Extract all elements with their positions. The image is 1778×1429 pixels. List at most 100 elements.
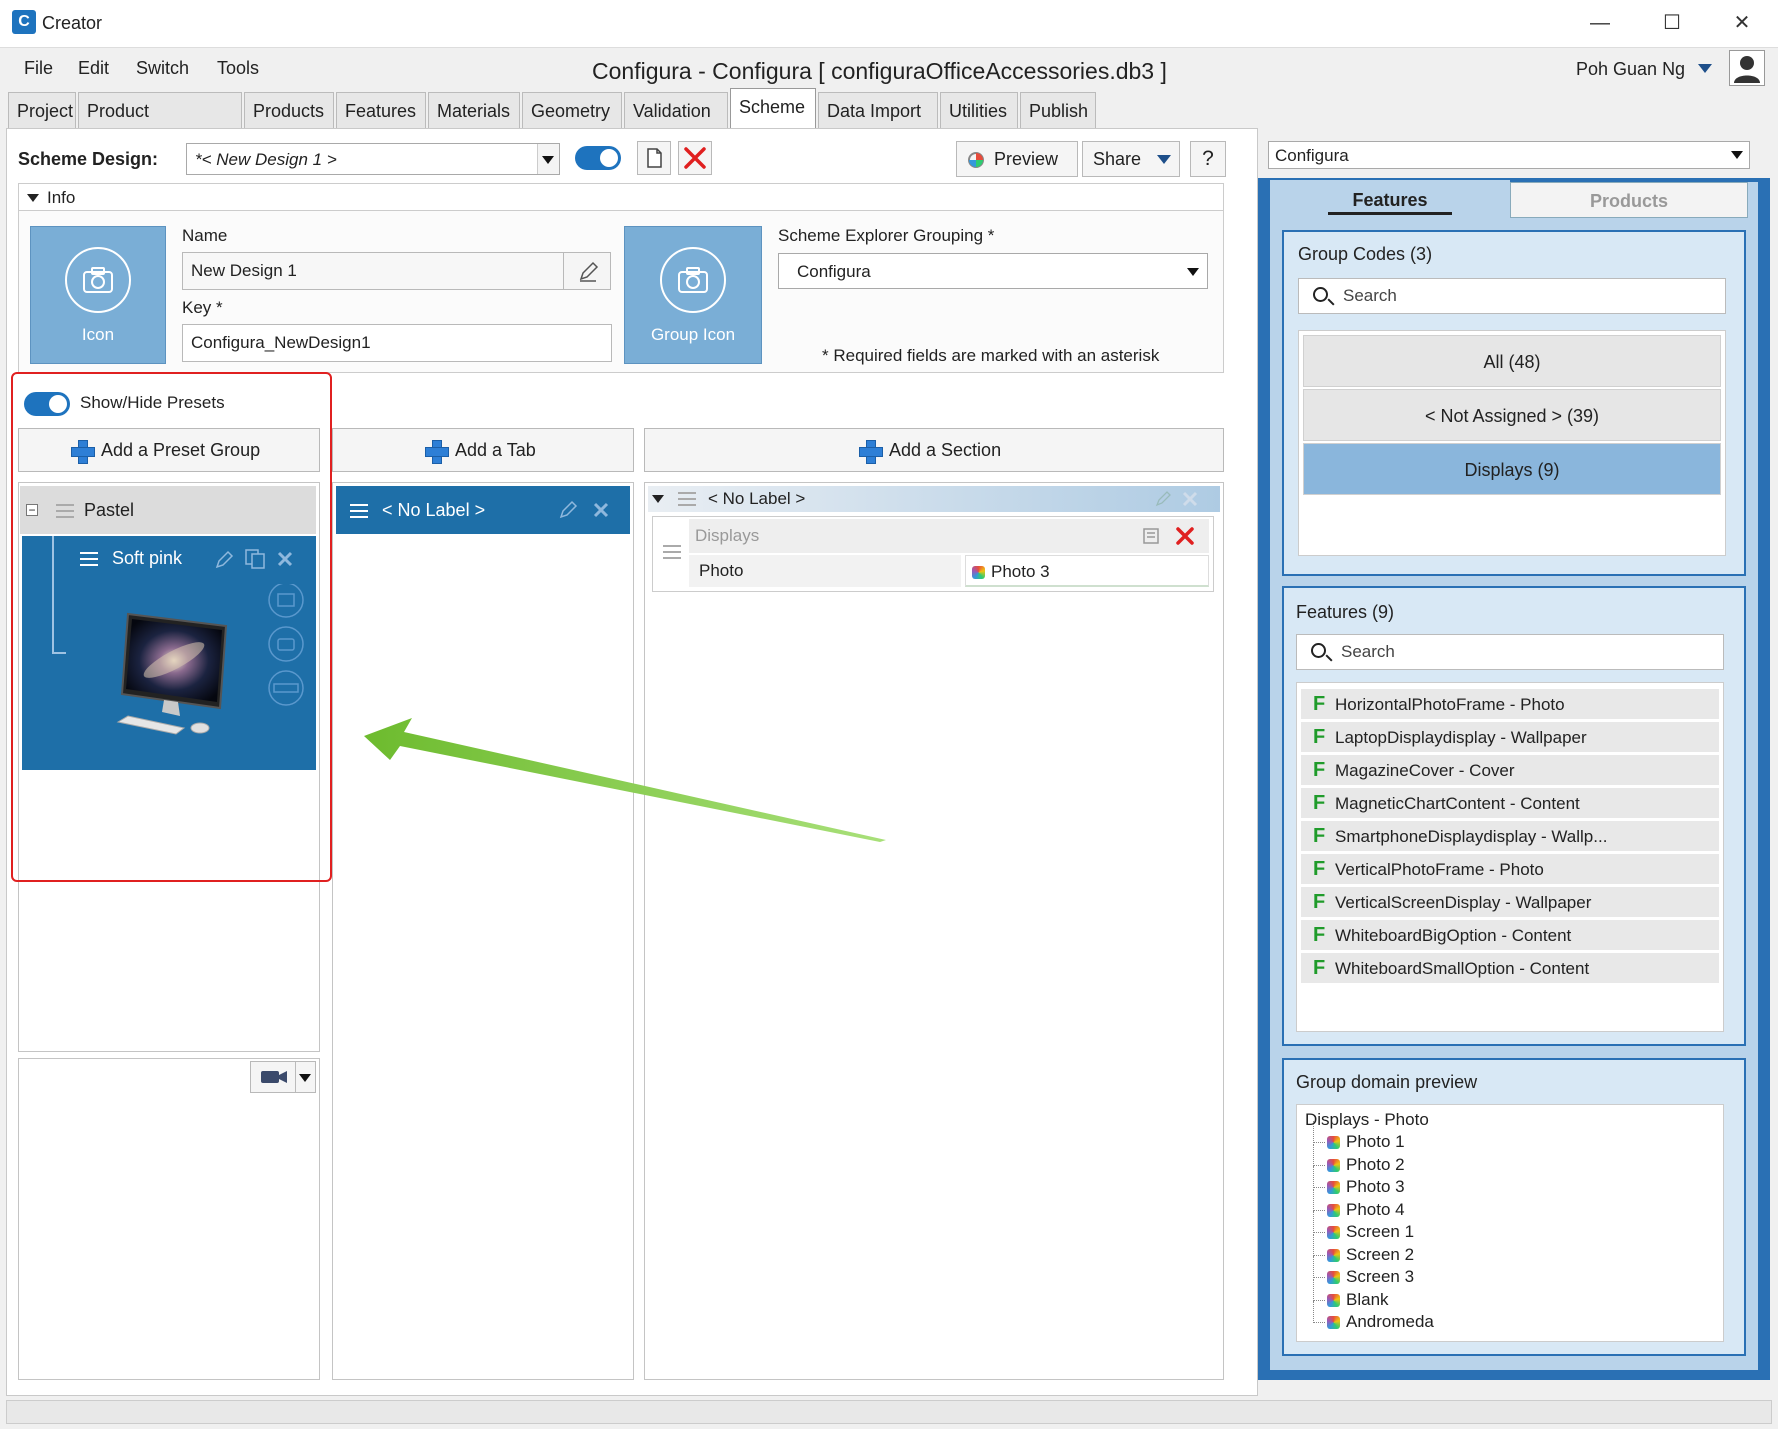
search-placeholder: Search	[1341, 642, 1395, 661]
tree-item-label: Photo 3	[1346, 1177, 1405, 1196]
camera-options-button[interactable]	[250, 1061, 316, 1093]
user-menu-caret-icon[interactable]	[1698, 64, 1712, 73]
feature-list-item[interactable]: F MagazineCover - Cover	[1301, 755, 1719, 786]
group-code-displays[interactable]: Displays (9)	[1303, 443, 1721, 495]
feature-list-item[interactable]: F SmartphoneDisplaydisplay - Wallp...	[1301, 821, 1719, 852]
add-tab-button[interactable]: Add a Tab	[332, 428, 634, 472]
tree-item[interactable]: Blank	[1327, 1289, 1389, 1312]
group-codes-box: Group Codes (3) Search All (48) < Not As…	[1282, 230, 1746, 576]
new-document-button[interactable]	[637, 141, 671, 175]
close-icon[interactable]	[592, 501, 610, 519]
menu-file[interactable]: File	[24, 58, 53, 79]
feature-f-icon: F	[1313, 858, 1326, 880]
feature-list-item[interactable]: F MagneticChartContent - Content	[1301, 788, 1719, 819]
tree-line	[1313, 1188, 1314, 1211]
tab-geometry[interactable]: Geometry	[522, 92, 622, 128]
tab-product-catalogues[interactable]: Product Catalogues	[78, 92, 242, 157]
maximize-button[interactable]: ☐	[1650, 8, 1694, 38]
section-group-box: Displays Photo Photo 3	[652, 516, 1214, 592]
tab-products[interactable]: Products	[1510, 182, 1748, 218]
tree-root[interactable]: Displays - Photo	[1305, 1109, 1429, 1132]
feature-list-item[interactable]: F VerticalScreenDisplay - Wallpaper	[1301, 887, 1719, 918]
tab-data-import[interactable]: Data Import	[818, 92, 938, 128]
preview-button[interactable]: Preview	[956, 141, 1078, 177]
collapse-triangle-icon[interactable]	[652, 495, 664, 503]
feature-list-item[interactable]: F VerticalPhotoFrame - Photo	[1301, 854, 1719, 885]
drag-handle-icon[interactable]	[350, 504, 368, 518]
drag-handle-icon[interactable]	[663, 545, 681, 559]
feature-list-item[interactable]: F WhiteboardSmallOption - Content	[1301, 953, 1719, 984]
tab-scheme[interactable]: Scheme	[730, 88, 816, 130]
group-codes-search-input[interactable]: Search	[1298, 278, 1726, 314]
info-header[interactable]: Info	[18, 183, 1224, 211]
tab-materials[interactable]: Materials	[428, 92, 520, 128]
feature-list-item[interactable]: F HorizontalPhotoFrame - Photo	[1301, 689, 1719, 720]
feature-row-value[interactable]: Photo 3	[965, 555, 1209, 587]
tree-line	[1313, 1166, 1314, 1188]
group-code-not-assigned[interactable]: < Not Assigned > (39)	[1303, 389, 1721, 441]
add-section-button[interactable]: Add a Section	[644, 428, 1224, 472]
help-button[interactable]: ?	[1190, 141, 1226, 177]
grouping-select[interactable]: Configura	[778, 253, 1208, 289]
material-option-icon	[1327, 1181, 1340, 1195]
tree-item[interactable]: Screen 3	[1327, 1266, 1414, 1289]
key-field[interactable]: Configura_NewDesign1	[182, 324, 612, 362]
edit-name-button[interactable]	[563, 252, 611, 290]
feature-row-value-text: Photo 3	[991, 562, 1050, 581]
tree-item[interactable]: Photo 3	[1327, 1176, 1405, 1199]
user-silhouette-icon	[1734, 56, 1760, 83]
group-code-all[interactable]: All (48)	[1303, 335, 1721, 387]
tree-item[interactable]: Photo 4	[1327, 1199, 1405, 1222]
tab-features[interactable]: Features	[1270, 180, 1510, 220]
tree-item-label: Screen 2	[1346, 1244, 1415, 1264]
tree-item[interactable]: Screen 2	[1327, 1244, 1414, 1267]
pencil-icon[interactable]	[558, 500, 578, 520]
tree-item[interactable]: Photo 1	[1327, 1131, 1405, 1154]
avatar[interactable]	[1729, 50, 1765, 86]
tab-utilities[interactable]: Utilities	[940, 92, 1018, 128]
menu-tools[interactable]: Tools	[217, 58, 259, 79]
chevron-down-icon	[1731, 151, 1743, 159]
section-header[interactable]: < No Label >	[648, 486, 1220, 512]
video-camera-icon	[261, 1071, 287, 1083]
icon-tile[interactable]: Icon	[30, 226, 166, 364]
pencil-icon[interactable]	[1154, 490, 1172, 508]
tab-validation[interactable]: Validation	[624, 92, 728, 128]
delete-design-button[interactable]	[678, 141, 712, 175]
menu-switch[interactable]: Switch	[136, 58, 189, 79]
menu-edit[interactable]: Edit	[78, 58, 109, 79]
tab-publish[interactable]: Publish	[1020, 92, 1096, 128]
features-search-input[interactable]: Search	[1296, 634, 1724, 670]
title-bar: C Creator — ☐ ✕	[0, 0, 1778, 48]
close-icon[interactable]	[1182, 491, 1198, 507]
red-x-icon[interactable]	[1175, 526, 1195, 546]
user-name[interactable]: Poh Guan Ng	[1576, 59, 1685, 80]
tab-project[interactable]: Project	[8, 92, 76, 128]
tree-line	[1313, 1143, 1314, 1166]
scheme-enable-toggle[interactable]	[575, 146, 621, 170]
scheme-design-select[interactable]: *< New Design 1 >	[186, 143, 560, 175]
tree-item-label: Screen 3	[1346, 1267, 1415, 1286]
tab-features[interactable]: Features	[336, 92, 426, 128]
minimize-button[interactable]: —	[1578, 8, 1622, 38]
feature-list-item-label: WhiteboardSmallOption - Content	[1335, 959, 1590, 978]
feature-list-item[interactable]: F WhiteboardBigOption - Content	[1301, 920, 1719, 951]
group-icon-tile[interactable]: Group Icon	[624, 226, 762, 364]
share-button[interactable]: Share	[1082, 141, 1180, 177]
catalogue-select[interactable]: Configura	[1268, 141, 1750, 169]
name-field[interactable]: New Design 1	[182, 252, 564, 290]
section-group-header[interactable]: Displays	[689, 519, 1209, 553]
tree-item[interactable]: Photo 2	[1327, 1154, 1405, 1177]
tab-products[interactable]: Products	[244, 92, 334, 128]
feature-list-item[interactable]: F LaptopDisplaydisplay - Wallpaper	[1301, 722, 1719, 753]
tab-item-selected[interactable]: < No Label >	[336, 486, 630, 534]
scrollbar[interactable]	[1723, 1105, 1724, 1209]
tab-features-label: Features	[1352, 190, 1428, 210]
close-window-button[interactable]: ✕	[1720, 8, 1764, 38]
tree-line	[1313, 1233, 1314, 1256]
tree-item[interactable]: Screen 1	[1327, 1221, 1414, 1244]
drag-handle-icon[interactable]	[678, 492, 696, 506]
edit-list-icon[interactable]	[1141, 525, 1163, 547]
tree-line	[1313, 1278, 1314, 1301]
tree-item[interactable]: Andromeda	[1327, 1311, 1434, 1334]
